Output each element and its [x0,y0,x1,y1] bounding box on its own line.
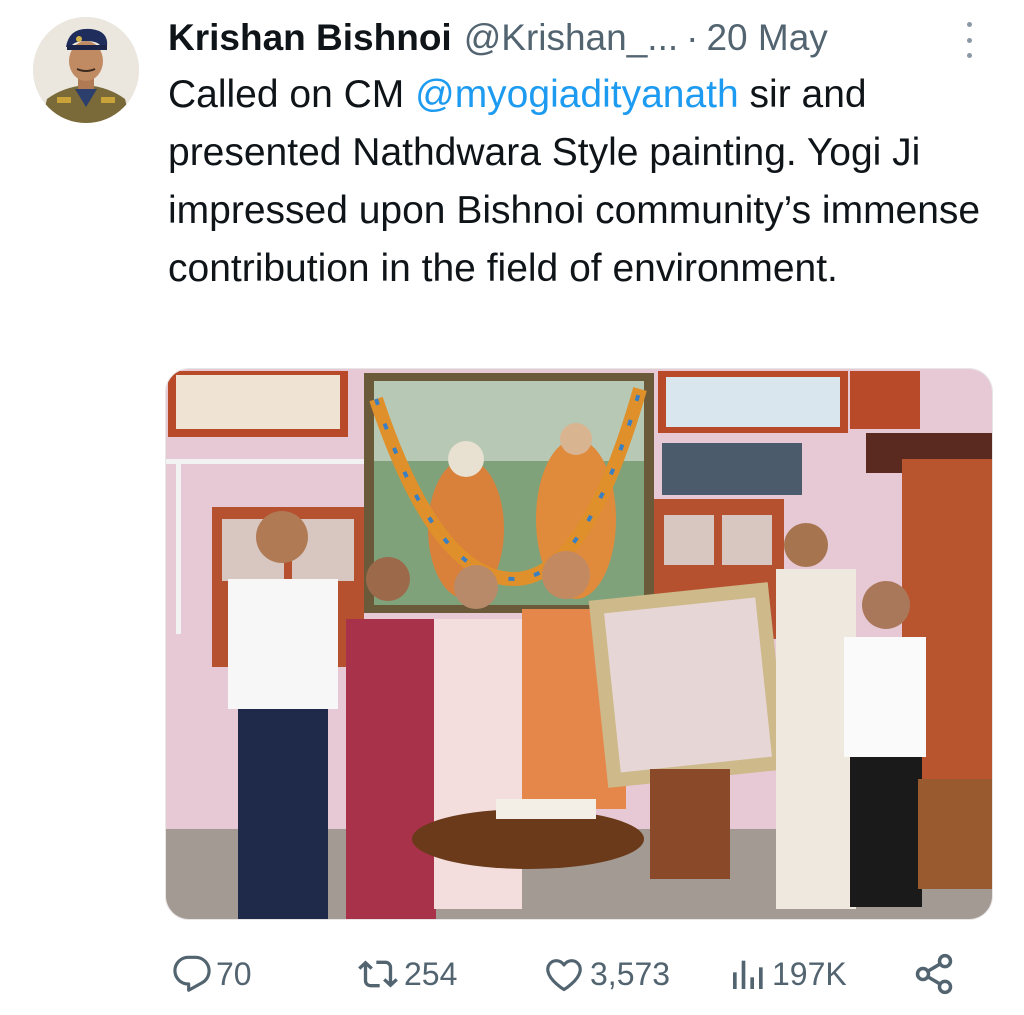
share-button[interactable] [912,944,956,1004]
tweet-header: Krishan Bishnoi @Krishan_... · 20 May [168,12,988,64]
repost-button[interactable]: 254 [356,944,457,1004]
tweet-text: Called on CM @myogiadityanath sir and pr… [168,66,998,298]
views-count: 197K [772,955,847,992]
tweet-date[interactable]: 20 May [706,12,827,64]
views-button[interactable]: 197K [728,944,847,1004]
views-icon [733,960,763,989]
tweet-photo[interactable] [165,368,993,920]
like-count: 3,573 [590,955,671,992]
share-icon [915,953,953,995]
reply-button[interactable]: 70 [172,944,252,1004]
photo-scene [166,369,992,919]
separator-dot: · [686,17,699,58]
more-icon[interactable] [958,22,980,58]
avatar-image [33,17,139,123]
action-bar: 70 254 3,573 197K [168,944,968,1004]
author-name[interactable]: Krishan Bishnoi [168,12,452,64]
avatar[interactable] [33,17,139,123]
tweet-text-before: Called on CM [168,73,416,116]
repost-icon [358,960,398,988]
mention-link[interactable]: @myogiadityanath [415,73,739,116]
reply-count: 70 [216,955,252,992]
repost-count: 254 [404,955,458,992]
heart-icon [546,959,582,992]
author-handle[interactable]: @Krishan_... [464,12,678,64]
reply-icon [173,955,211,992]
like-button[interactable]: 3,573 [542,944,670,1004]
